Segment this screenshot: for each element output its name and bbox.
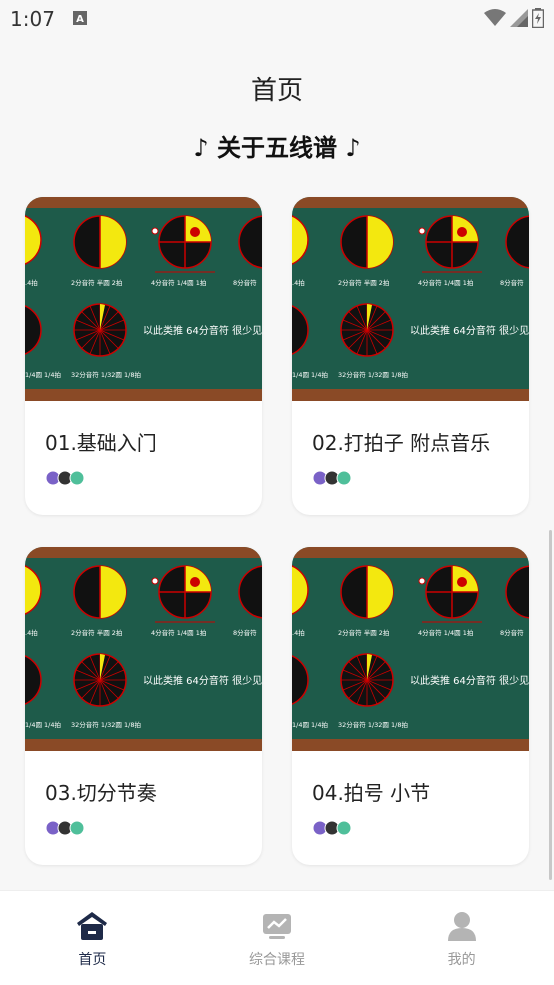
courses-icon: [263, 914, 291, 939]
svg-text:1/4圆 1/4拍: 1/4圆 1/4拍: [25, 370, 61, 379]
svg-text:4分音符 1/4圆 1拍: 4分音符 1/4圆 1拍: [418, 278, 473, 287]
svg-text:以此类推 64分音符 很少见: 以此类推 64分音符 很少见: [410, 324, 529, 337]
course-thumbnail: 2分音符 半圆 2拍 4分音符 1/4圆 1拍 8分音符 .4拍 以此类推 64…: [25, 547, 262, 751]
section-title: ♪ 关于五线谱 ♪: [193, 134, 361, 162]
course-card-1[interactable]: 2分音符 半圆 2拍 4分音符 1/4圆 1拍 8分音符 .4拍 以此类推 64…: [25, 197, 262, 515]
nav-label-home: 首页: [78, 952, 107, 968]
svg-text:8分音符: 8分音符: [233, 278, 257, 287]
svg-text:.4拍: .4拍: [292, 278, 305, 287]
svg-text:以此类推 64分音符 很少见: 以此类推 64分音符 很少见: [143, 674, 262, 687]
status-bar: 1:07 A: [0, 0, 554, 38]
course-thumbnail: 2分音符 半圆 2拍 4分音符 1/4圆 1拍 8分音符 .4拍 以此类推 64…: [292, 197, 529, 401]
svg-text:1/4圆 1/4拍: 1/4圆 1/4拍: [25, 720, 61, 729]
profile-icon: [447, 912, 476, 941]
nav-item-home[interactable]: 首页: [0, 891, 185, 985]
card-title: 02.打拍子 附点音乐: [312, 431, 491, 455]
signal-icon: [510, 9, 528, 27]
nav-label-courses: 综合课程: [249, 952, 305, 968]
svg-text:.4拍: .4拍: [25, 628, 38, 637]
card-title: 03.切分节奏: [45, 781, 157, 805]
avatar-group-icon: [312, 470, 352, 486]
svg-text:.4拍: .4拍: [292, 628, 305, 637]
svg-text:8分音符: 8分音符: [500, 628, 524, 637]
card-title: 01.基础入门: [45, 431, 157, 455]
svg-text:8分音符: 8分音符: [500, 278, 524, 287]
svg-text:1/4圆 1/4拍: 1/4圆 1/4拍: [292, 720, 328, 729]
svg-text:2分音符 半圆 2拍: 2分音符 半圆 2拍: [338, 278, 389, 287]
course-thumbnail: 2分音符 半圆 2拍 4分音符 1/4圆 1拍 8分音符 .4拍 以此类推 64…: [292, 547, 529, 751]
svg-text:2分音符 半圆 2拍: 2分音符 半圆 2拍: [71, 278, 122, 287]
svg-text:4分音符 1/4圆 1拍: 4分音符 1/4圆 1拍: [151, 628, 206, 637]
card-title: 04.拍号 小节: [312, 781, 431, 805]
svg-text:8分音符: 8分音符: [233, 628, 257, 637]
svg-text:32分音符 1/32圆 1/8拍: 32分音符 1/32圆 1/8拍: [71, 720, 141, 729]
svg-text:4分音符 1/4圆 1拍: 4分音符 1/4圆 1拍: [418, 628, 473, 637]
svg-text:2分音符 半圆 2拍: 2分音符 半圆 2拍: [338, 628, 389, 637]
status-time: 1:07: [10, 7, 55, 31]
notification-a-icon: A: [73, 11, 87, 25]
svg-text:2分音符 半圆 2拍: 2分音符 半圆 2拍: [71, 628, 122, 637]
avatar-group-icon: [45, 820, 85, 836]
svg-text:A: A: [76, 14, 84, 25]
home-icon: [77, 912, 108, 940]
bottom-nav: 首页 综合课程 我的: [0, 890, 554, 985]
battery-icon: [532, 8, 544, 28]
svg-text:以此类推 64分音符 很少见: 以此类推 64分音符 很少见: [410, 674, 529, 687]
course-card-4[interactable]: 2分音符 半圆 2拍 4分音符 1/4圆 1拍 8分音符 .4拍 以此类推 64…: [292, 547, 529, 865]
svg-text:32分音符 1/32圆 1/8拍: 32分音符 1/32圆 1/8拍: [338, 370, 408, 379]
course-thumbnail: 2分音符 半圆 2拍 4分音符 1/4圆 1拍 8分音符 .4拍 以此类推 64…: [25, 197, 262, 401]
course-card-3[interactable]: 2分音符 半圆 2拍 4分音符 1/4圆 1拍 8分音符 .4拍 以此类推 64…: [25, 547, 262, 865]
svg-text:1/4圆 1/4拍: 1/4圆 1/4拍: [292, 370, 328, 379]
svg-text:32分音符 1/32圆 1/8拍: 32分音符 1/32圆 1/8拍: [71, 370, 141, 379]
svg-text:32分音符 1/32圆 1/8拍: 32分音符 1/32圆 1/8拍: [338, 720, 408, 729]
nav-label-profile: 我的: [447, 952, 476, 968]
course-card-2[interactable]: 2分音符 半圆 2拍 4分音符 1/4圆 1拍 8分音符 .4拍 以此类推 64…: [292, 197, 529, 515]
svg-text:4分音符 1/4圆 1拍: 4分音符 1/4圆 1拍: [151, 278, 206, 287]
wifi-icon: [484, 9, 506, 26]
avatar-group-icon: [312, 820, 352, 836]
svg-text:以此类推 64分音符 很少见: 以此类推 64分音符 很少见: [143, 324, 262, 337]
nav-item-courses[interactable]: 综合课程: [185, 891, 370, 985]
svg-text:.4拍: .4拍: [25, 278, 38, 287]
nav-item-profile[interactable]: 我的: [369, 891, 554, 985]
page-title: 首页: [250, 76, 303, 106]
avatar-group-icon: [45, 470, 85, 486]
scrollbar[interactable]: [549, 530, 552, 880]
